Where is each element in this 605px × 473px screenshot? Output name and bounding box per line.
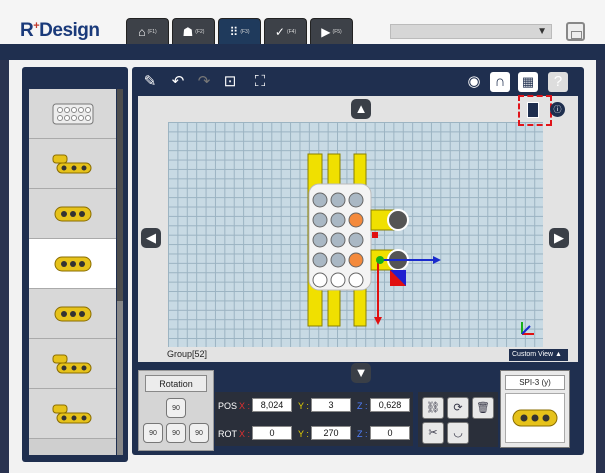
- rotation-button[interactable]: Rotation: [145, 375, 207, 392]
- grid-dots-icon: ⠿: [229, 24, 239, 39]
- pos-y-field[interactable]: 3: [311, 398, 351, 412]
- axis-indicator: [521, 322, 534, 335]
- tab-user[interactable]: ☗ (F2): [172, 18, 215, 44]
- undo-icon[interactable]: ↶: [168, 72, 188, 92]
- plate-studs: [312, 192, 364, 288]
- chevron-left-icon[interactable]: ◀: [141, 228, 161, 248]
- tab-play[interactable]: ▶ (F5): [310, 18, 353, 44]
- custom-view-button[interactable]: Custom View ▲: [509, 349, 568, 361]
- list-item[interactable]: [29, 139, 116, 189]
- tab-check[interactable]: ✓ (F4): [264, 18, 307, 44]
- beam-part-icon: [54, 206, 91, 221]
- chevron-down-icon: ▼: [537, 26, 547, 37]
- rotate-right-button[interactable]: 90: [189, 423, 209, 443]
- rot-y-field[interactable]: 270: [311, 426, 351, 440]
- eye-icon[interactable]: ◉: [464, 72, 484, 92]
- app-logo: R+Design: [20, 20, 100, 41]
- beam-part-icon: [54, 306, 91, 321]
- list-item[interactable]: [29, 239, 116, 289]
- beam-part-icon: [512, 409, 558, 427]
- trash-icon[interactable]: 🗑: [472, 397, 494, 419]
- center-view-icon[interactable]: ⊡: [220, 72, 240, 92]
- beam-part-icon: [52, 354, 91, 373]
- link-icon[interactable]: ⛓: [422, 397, 444, 419]
- rotate-top-button[interactable]: 90: [166, 398, 186, 418]
- gizmo-marker: [372, 232, 378, 238]
- pos-z-label: Z :: [357, 401, 368, 411]
- gizmo-origin[interactable]: [376, 256, 384, 264]
- rot-label: ROT: [218, 429, 237, 439]
- list-item[interactable]: [29, 89, 116, 139]
- app-window: R+Design ⌂ (F1) ☗ (F2) ⠿ (F3) ✓ (F4) ▶ (F5) ▼: [0, 0, 605, 473]
- nav-band: [0, 44, 605, 60]
- rotate-left-button[interactable]: 90: [143, 423, 163, 443]
- pos-y-label: Y :: [298, 401, 309, 411]
- list-item[interactable]: [29, 289, 116, 339]
- beam-part-icon: [52, 404, 91, 423]
- rotate-mid-button[interactable]: 90: [166, 423, 186, 443]
- redo-icon[interactable]: ↷: [194, 72, 214, 92]
- list-item[interactable]: [29, 389, 116, 439]
- tab-home[interactable]: ⌂ (F1): [126, 18, 169, 44]
- add-part-icon[interactable]: ✎: [140, 72, 160, 92]
- chevron-right-icon[interactable]: ▶: [549, 228, 569, 248]
- swap-icon[interactable]: ⟳: [447, 397, 469, 419]
- plate-part-icon: [52, 103, 93, 124]
- rot-x-field[interactable]: 0: [252, 426, 292, 440]
- parts-scrollbar[interactable]: [117, 89, 123, 455]
- pos-z-field[interactable]: 0,628: [370, 398, 410, 412]
- scrollbar-thumb[interactable]: [117, 89, 123, 301]
- check-icon: ✓: [274, 24, 285, 39]
- rot-z-field[interactable]: 0: [370, 426, 410, 440]
- door-view-icon[interactable]: [527, 102, 539, 118]
- fit-view-icon[interactable]: ⛶: [250, 72, 270, 92]
- rot-y-label: Y :: [298, 429, 309, 439]
- left-edge-strip: [0, 60, 9, 473]
- list-item[interactable]: [29, 189, 116, 239]
- model-canvas[interactable]: [168, 122, 543, 347]
- list-item[interactable]: [29, 339, 116, 389]
- camera-info-icon[interactable]: ⓘ: [550, 102, 565, 117]
- chevron-up-icon[interactable]: ▲: [351, 99, 371, 119]
- preview-title: SPI-3 (y): [505, 375, 565, 390]
- chevron-down-icon[interactable]: ▼: [351, 363, 371, 383]
- pos-x-field[interactable]: 8,024: [252, 398, 292, 412]
- main-tabs: ⌂ (F1) ☗ (F2) ⠿ (F3) ✓ (F4) ▶ (F5): [126, 18, 353, 44]
- pos-label: POS: [218, 401, 238, 411]
- rot-z-label: Z :: [357, 429, 368, 439]
- play-icon: ▶: [321, 24, 331, 39]
- user-icon: ☗: [182, 24, 194, 39]
- save-icon[interactable]: [566, 22, 585, 41]
- parts-list: [29, 89, 116, 455]
- preview-image: [505, 393, 565, 443]
- beam-part-icon: [54, 256, 91, 271]
- wrench-icon[interactable]: ✂: [422, 422, 444, 444]
- group-label: Group[52]: [167, 349, 208, 359]
- top-dropdown[interactable]: ▼: [390, 24, 552, 39]
- magnet-icon[interactable]: ∩: [490, 72, 510, 92]
- home-icon: ⌂: [138, 24, 146, 39]
- dark-connector: [387, 209, 409, 231]
- right-edge-strip: [596, 60, 605, 473]
- top-bar: R+Design ⌂ (F1) ☗ (F2) ⠿ (F3) ✓ (F4) ▶ (F5) ▼: [0, 0, 605, 44]
- tab-build[interactable]: ⠿ (F3): [218, 18, 261, 44]
- rot-x-label: X :: [239, 429, 251, 439]
- help-icon[interactable]: ?: [548, 72, 568, 92]
- grid-toggle-icon[interactable]: ▦: [518, 72, 538, 92]
- pos-x-label: X :: [239, 401, 251, 411]
- beam-part-icon: [52, 154, 91, 173]
- hide-icon[interactable]: ◡: [447, 422, 469, 444]
